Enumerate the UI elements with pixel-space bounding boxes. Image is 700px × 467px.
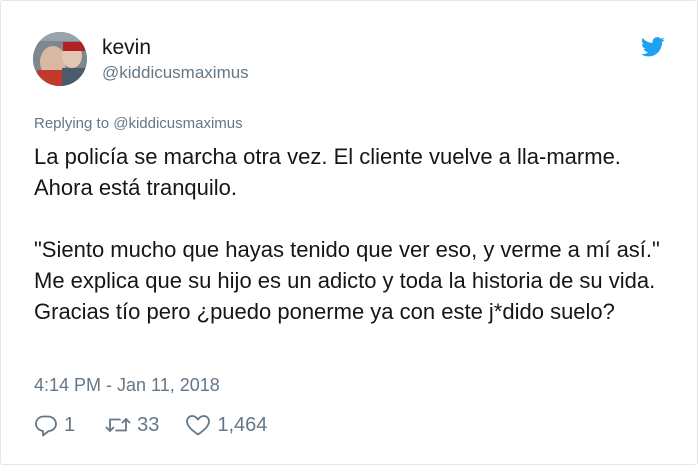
retweet-icon — [105, 418, 131, 432]
tweet-paragraph: "Siento mucho que hayas tenido que ver e… — [34, 237, 660, 324]
tweet-text: La policía se marcha otra vez. El client… — [34, 141, 674, 327]
replying-to[interactable]: Replying to @kiddicusmaximus — [34, 115, 243, 133]
twitter-bird-icon[interactable] — [640, 37, 665, 57]
retweet-count: 33 — [137, 414, 160, 436]
user-handle[interactable]: @kiddicusmaximus — [102, 63, 249, 83]
timestamp[interactable]: 4:14 PM - Jan 11, 2018 — [34, 375, 220, 395]
tweet-card: kevin @kiddicusmaximus Replying to @kidd… — [0, 0, 698, 465]
like-count: 1,464 — [217, 414, 268, 436]
like-button[interactable]: 1,464 — [185, 413, 267, 437]
avatar[interactable] — [33, 32, 87, 86]
reply-count: 1 — [64, 414, 76, 436]
heart-icon — [186, 415, 211, 436]
avatar-photo — [33, 32, 87, 86]
retweet-button[interactable]: 33 — [105, 413, 159, 437]
action-bar: 1 33 1,464 — [34, 413, 267, 437]
tweet-paragraph: La policía se marcha otra vez. El client… — [34, 144, 621, 200]
display-name[interactable]: kevin — [102, 36, 151, 60]
reply-icon — [35, 415, 57, 437]
reply-button[interactable]: 1 — [34, 413, 75, 437]
